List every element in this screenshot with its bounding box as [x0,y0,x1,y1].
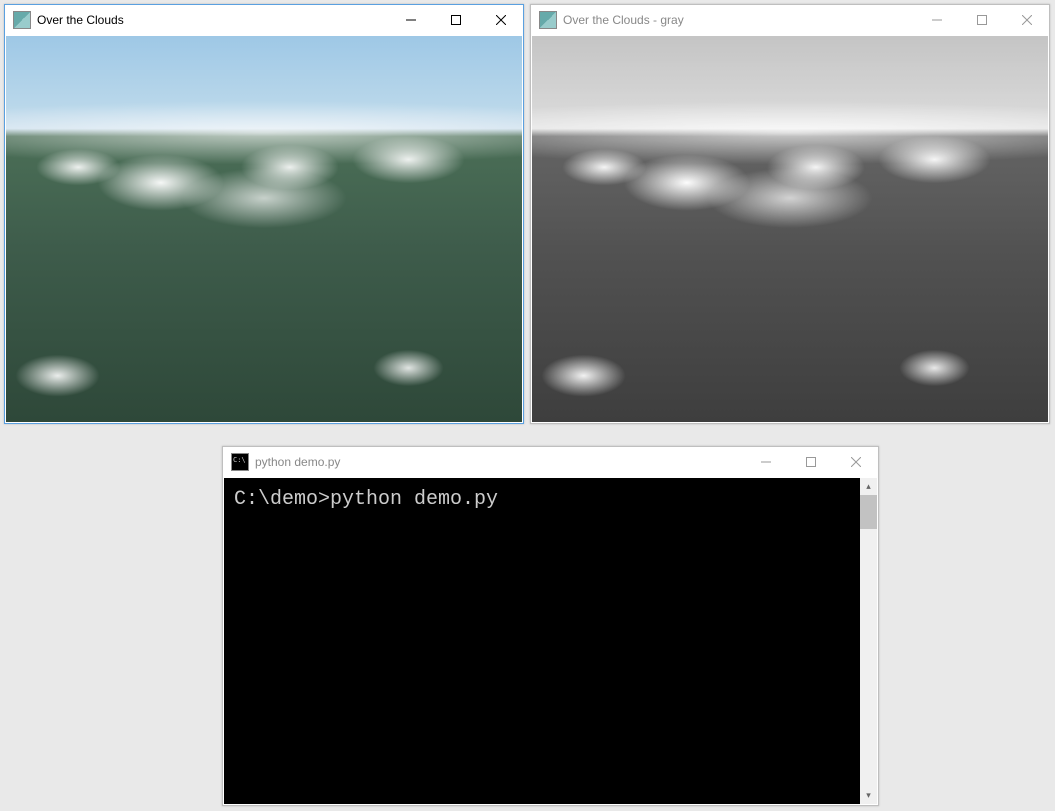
window-title: Over the Clouds - gray [563,13,692,27]
maximize-button[interactable] [788,447,833,477]
titlebar[interactable]: Over the Clouds [5,5,523,35]
scroll-down-button[interactable]: ▾ [860,787,877,804]
opencv-icon [13,11,31,29]
console-line: C:\demo>python demo.py [234,484,850,516]
window-console[interactable]: python demo.py C:\demo>python demo.py ▴ … [222,446,879,806]
minimize-button[interactable] [743,447,788,477]
minimize-button[interactable] [914,5,959,35]
aerial-clouds-image-gray [532,36,1048,422]
window-over-the-clouds-gray[interactable]: Over the Clouds - gray [530,4,1050,424]
titlebar[interactable]: python demo.py [223,447,878,477]
window-title: Over the Clouds [37,13,132,27]
window-title: python demo.py [255,455,348,469]
titlebar[interactable]: Over the Clouds - gray [531,5,1049,35]
aerial-clouds-image [6,36,522,422]
image-viewport [532,36,1048,422]
close-button[interactable] [833,447,878,477]
scroll-up-button[interactable]: ▴ [860,478,877,495]
close-button[interactable] [1004,5,1049,35]
maximize-button[interactable] [959,5,1004,35]
window-over-the-clouds[interactable]: Over the Clouds [4,4,524,424]
console-output[interactable]: C:\demo>python demo.py [224,478,860,804]
image-viewport [6,36,522,422]
opencv-icon [539,11,557,29]
minimize-button[interactable] [388,5,433,35]
desktop: Over the Clouds Over the Clouds - gray p… [0,0,1055,811]
close-button[interactable] [478,5,523,35]
scroll-thumb[interactable] [860,495,877,529]
maximize-button[interactable] [433,5,478,35]
vertical-scrollbar[interactable]: ▴ ▾ [860,478,877,804]
cmd-icon [231,453,249,471]
